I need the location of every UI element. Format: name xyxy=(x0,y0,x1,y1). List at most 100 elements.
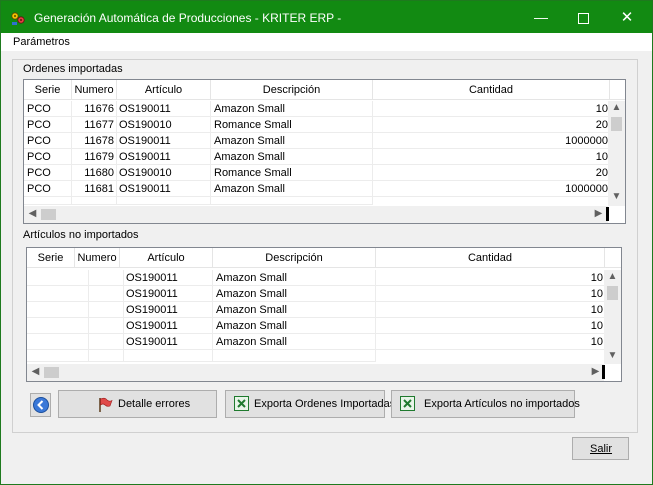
cell-articulo: OS190011 xyxy=(117,181,211,197)
cell-empty xyxy=(27,350,89,362)
size-grip xyxy=(602,365,605,379)
scroll-left-icon[interactable]: ◀ xyxy=(24,208,41,219)
cell-cantidad: 10 xyxy=(373,149,610,165)
table-row[interactable]: PCO 11679 OS190011 Amazon Small 10 xyxy=(24,149,610,165)
scroll-right-icon[interactable]: ▶ xyxy=(590,208,607,219)
table-row[interactable]: OS190011 Amazon Small 10 xyxy=(27,270,605,286)
cell-articulo: OS190011 xyxy=(117,149,211,165)
cell-serie xyxy=(27,270,89,286)
flag-icon xyxy=(99,397,113,412)
imported-orders-label: Ordenes importadas xyxy=(23,63,123,75)
scrollbar-thumb[interactable] xyxy=(611,117,622,131)
table-row[interactable]: OS190011 Amazon Small 10 xyxy=(27,302,605,318)
scroll-left-icon[interactable]: ◀ xyxy=(27,366,44,377)
cell-numero xyxy=(89,302,124,318)
cell-descripcion: Amazon Small xyxy=(213,334,376,350)
table-row[interactable]: OS190011 Amazon Small 10 xyxy=(27,334,605,350)
header-filler xyxy=(605,248,621,268)
cell-empty xyxy=(72,197,117,205)
cell-serie: PCO xyxy=(24,117,72,133)
cell-serie: PCO xyxy=(24,181,72,197)
scroll-up-icon[interactable]: ▲ xyxy=(608,102,625,113)
cell-articulo: OS190011 xyxy=(117,101,211,117)
scrollbar-thumb[interactable] xyxy=(44,367,59,378)
cell-empty xyxy=(24,197,72,205)
table-row[interactable]: PCO 11680 OS190010 Romance Small 20 xyxy=(24,165,610,181)
maximize-button[interactable] xyxy=(560,1,606,33)
column-header-articulo[interactable]: Artículo xyxy=(117,80,211,100)
cell-descripcion: Amazon Small xyxy=(213,318,376,334)
horizontal-scrollbar[interactable]: ◀ ▶ xyxy=(24,206,608,223)
column-header-cantidad[interactable]: Cantidad xyxy=(376,248,605,268)
column-header-serie[interactable]: Serie xyxy=(27,248,75,268)
back-button[interactable] xyxy=(30,393,51,417)
column-header-serie[interactable]: Serie xyxy=(24,80,72,100)
excel-icon xyxy=(400,396,415,411)
column-header-descripcion[interactable]: Descripción xyxy=(213,248,376,268)
minimize-icon: — xyxy=(534,9,548,25)
column-header-descripcion[interactable]: Descripción xyxy=(211,80,373,100)
cell-empty xyxy=(89,350,124,362)
excel-icon xyxy=(234,396,249,411)
cell-empty xyxy=(117,197,211,205)
cell-articulo: OS190011 xyxy=(117,133,211,149)
cell-cantidad: 10 xyxy=(376,318,605,334)
cell-serie xyxy=(27,286,89,302)
exporta-ordenes-label: Exporta Ordenes Importadas xyxy=(254,398,396,410)
title-bar[interactable]: Generación Automática de Producciones - … xyxy=(1,1,652,33)
header-filler xyxy=(610,80,625,100)
scroll-down-icon[interactable]: ▼ xyxy=(608,191,625,202)
cell-empty xyxy=(213,350,376,362)
column-header-numero[interactable]: Numero xyxy=(72,80,117,100)
cell-articulo: OS190011 xyxy=(124,286,213,302)
table-row[interactable]: PCO 11678 OS190011 Amazon Small 1000000 xyxy=(24,133,610,149)
table-row[interactable]: OS190011 Amazon Small 10 xyxy=(27,318,605,334)
scroll-down-icon[interactable]: ▼ xyxy=(604,350,621,361)
cell-empty xyxy=(211,197,373,205)
salir-button[interactable]: Salir xyxy=(572,437,629,460)
cell-articulo: OS190010 xyxy=(117,117,211,133)
main-window: Generación Automática de Producciones - … xyxy=(0,0,653,485)
close-button[interactable]: ✕ xyxy=(604,1,650,33)
cell-numero: 11679 xyxy=(72,149,117,165)
cell-descripcion: Amazon Small xyxy=(213,286,376,302)
vertical-scrollbar[interactable]: ▲ ▼ xyxy=(604,270,621,364)
vertical-scrollbar[interactable]: ▲ ▼ xyxy=(608,101,625,206)
minimize-button[interactable]: — xyxy=(518,1,564,33)
table-row-partial xyxy=(27,350,605,362)
cell-articulo: OS190011 xyxy=(124,270,213,286)
menu-parametros[interactable]: Parámetros xyxy=(13,36,70,48)
cell-cantidad: 10 xyxy=(376,302,605,318)
cell-serie: PCO xyxy=(24,149,72,165)
cell-serie: PCO xyxy=(24,101,72,117)
cell-cantidad: 10 xyxy=(373,101,610,117)
column-header-numero[interactable]: Numero xyxy=(75,248,120,268)
imported-orders-grid[interactable]: Serie Numero Artículo Descripción Cantid… xyxy=(23,79,626,224)
cell-serie xyxy=(27,302,89,318)
column-header-cantidad[interactable]: Cantidad xyxy=(373,80,610,100)
cell-descripcion: Amazon Small xyxy=(211,101,373,117)
scrollbar-thumb[interactable] xyxy=(607,286,618,300)
table-row[interactable]: PCO 11676 OS190011 Amazon Small 10 xyxy=(24,101,610,117)
horizontal-scrollbar[interactable]: ◀ ▶ xyxy=(27,364,604,381)
column-header-articulo[interactable]: Artículo xyxy=(120,248,213,268)
scrollbar-thumb[interactable] xyxy=(41,209,56,220)
detalle-errores-button[interactable]: Detalle errores xyxy=(58,390,217,418)
exporta-articulos-button[interactable]: Exporta Artículos no importados xyxy=(391,390,580,418)
cell-serie xyxy=(27,334,89,350)
cell-numero xyxy=(89,334,124,350)
table-row[interactable]: PCO 11681 OS190011 Amazon Small 1000000 xyxy=(24,181,610,197)
not-imported-articles-label: Artículos no importados xyxy=(23,229,139,241)
table-row-partial xyxy=(24,197,610,205)
table-row[interactable]: PCO 11677 OS190010 Romance Small 20 xyxy=(24,117,610,133)
cell-descripcion: Amazon Small xyxy=(211,181,373,197)
cell-cantidad: 10 xyxy=(376,286,605,302)
cell-serie: PCO xyxy=(24,165,72,181)
table-row[interactable]: OS190011 Amazon Small 10 xyxy=(27,286,605,302)
cell-serie: PCO xyxy=(24,133,72,149)
exporta-ordenes-button[interactable]: Exporta Ordenes Importadas xyxy=(225,390,395,418)
scroll-up-icon[interactable]: ▲ xyxy=(604,271,621,282)
cell-numero: 11680 xyxy=(72,165,117,181)
exporta-articulos-label: Exporta Artículos no importados xyxy=(424,398,580,410)
not-imported-articles-grid[interactable]: Serie Numero Artículo Descripción Cantid… xyxy=(26,247,622,382)
